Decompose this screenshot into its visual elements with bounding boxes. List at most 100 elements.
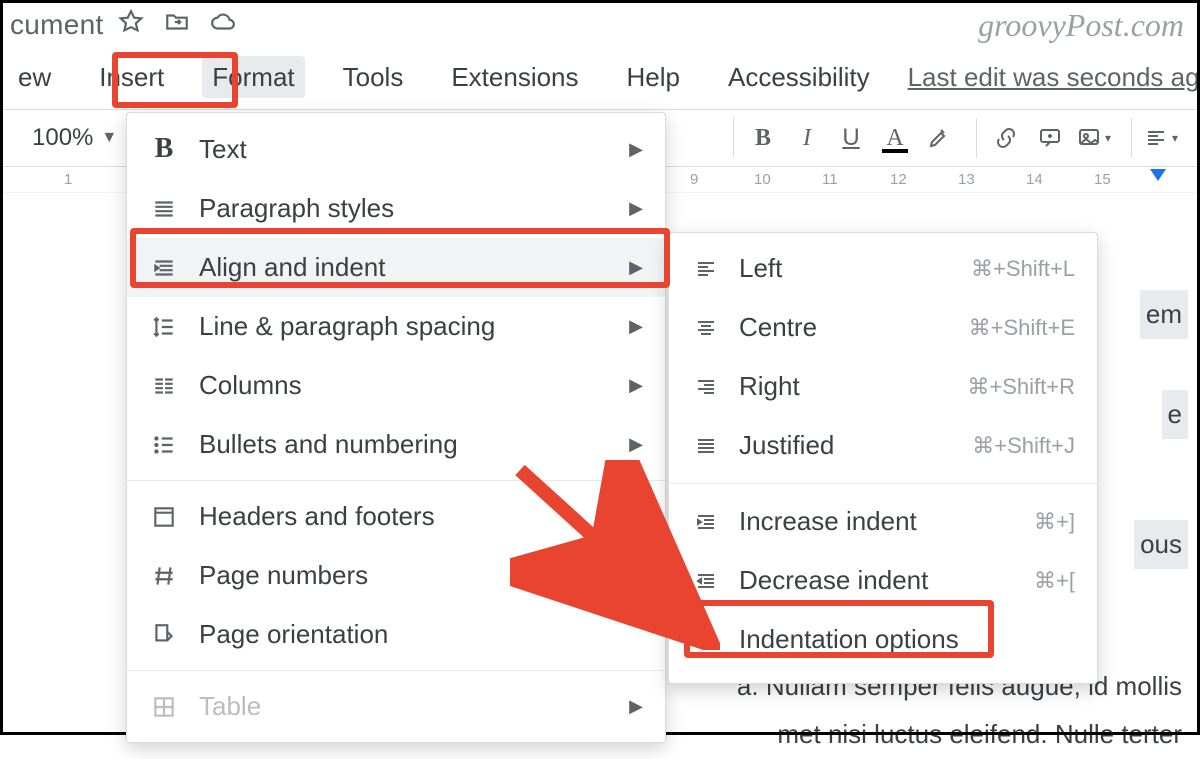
menu-item-columns[interactable]: Columns ▶ [127,356,665,415]
menu-item-label: Table [199,691,261,722]
lorem-text: ous [1134,520,1188,569]
align-indent-submenu: Left ⌘+Shift+L Centre ⌘+Shift+E Right ⌘+… [668,232,1098,684]
star-icon[interactable] [118,9,144,42]
menu-item-paragraph-styles[interactable]: Paragraph styles ▶ [127,179,665,238]
shortcut-text: ⌘+Shift+J [972,433,1075,459]
menu-tools[interactable]: Tools [333,56,414,99]
menu-item-bullets-numbering[interactable]: Bullets and numbering ▶ [127,415,665,474]
submenu-item-decrease-indent[interactable]: Decrease indent ⌘+[ [669,551,1097,610]
submenu-item-right[interactable]: Right ⌘+Shift+R [669,357,1097,416]
menu-item-text[interactable]: B Text ▶ [127,119,665,179]
menu-item-label: Page numbers [199,560,368,591]
menu-item-table: Table ▶ [127,677,665,736]
bold-button[interactable]: B [746,121,780,155]
submenu-item-justified[interactable]: Justified ⌘+Shift+J [669,416,1097,475]
submenu-arrow-icon: ▶ [629,375,643,396]
bullets-icon [149,432,179,458]
menu-help[interactable]: Help [617,56,690,99]
menu-item-page-orientation[interactable]: Page orientation [127,605,665,664]
submenu-item-increase-indent[interactable]: Increase indent ⌘+] [669,492,1097,551]
menu-extensions[interactable]: Extensions [441,56,588,99]
menu-item-label: Columns [199,370,302,401]
bold-icon: B [149,133,179,165]
submenu-item-left[interactable]: Left ⌘+Shift+L [669,239,1097,298]
ruler-number: 15 [1094,171,1111,188]
submenu-arrow-icon: ▶ [629,257,643,278]
columns-icon [149,373,179,399]
toolbar-right: B I U A [733,118,1192,158]
menu-item-page-numbers[interactable]: Page numbers [127,546,665,605]
watermark-text: groovyPost.com [978,7,1190,44]
menu-insert[interactable]: Insert [89,56,174,99]
ruler-right-marker[interactable] [1150,169,1166,181]
submenu-item-label: Centre [739,312,817,343]
submenu-item-label: Indentation options [739,624,959,655]
menu-item-label: Text [199,134,247,165]
menu-item-align-indent[interactable]: Align and indent ▶ [127,238,665,297]
submenu-arrow-icon: ▶ [629,198,643,219]
shortcut-text: ⌘+Shift+E [969,315,1075,341]
italic-button[interactable]: I [790,121,824,155]
submenu-item-label: Increase indent [739,506,917,537]
zoom-value: 100% [32,124,93,152]
ruler-number: 9 [690,171,698,188]
shortcut-text: ⌘+Shift+L [971,256,1075,282]
decrease-indent-icon [691,569,721,593]
lorem-text: em [1140,290,1188,339]
headers-footers-icon [149,504,179,530]
menu-separator [127,670,665,671]
move-folder-icon[interactable] [164,9,190,42]
submenu-arrow-icon: ▶ [629,316,643,337]
highlight-color-button[interactable] [922,121,956,155]
menu-accessibility[interactable]: Accessibility [718,56,880,99]
text-color-button[interactable]: A [878,121,912,155]
last-edit-link[interactable]: Last edit was seconds ago [908,62,1200,93]
shortcut-text: ⌘+] [1034,509,1075,535]
shortcut-text: ⌘+[ [1034,568,1075,594]
submenu-item-label: Right [739,371,800,402]
insert-link-button[interactable] [989,121,1023,155]
ruler-number: 11 [822,171,838,188]
insert-image-button[interactable] [1077,121,1111,155]
menu-bar: ew Insert Format Tools Extensions Help A… [0,50,1200,109]
ruler-number: 13 [958,171,975,188]
align-right-icon [691,375,721,399]
orientation-icon [149,622,179,648]
ruler-number: 1 [64,171,72,188]
menu-item-label: Paragraph styles [199,193,394,224]
menu-separator [669,483,1097,484]
submenu-item-label: Justified [739,430,834,461]
lorem-text: e [1162,390,1188,439]
align-justified-icon [691,434,721,458]
menu-format[interactable]: Format [202,56,304,98]
align-left-icon [691,257,721,281]
menu-view[interactable]: ew [8,56,61,99]
align-button[interactable] [1144,121,1178,155]
menu-item-label: Align and indent [199,252,385,283]
ruler-number: 14 [1026,171,1043,188]
submenu-item-label: Decrease indent [739,565,928,596]
submenu-arrow-icon: ▶ [629,696,643,717]
menu-separator [127,480,665,481]
submenu-arrow-icon: ▶ [629,434,643,455]
menu-item-headers-footers[interactable]: Headers and footers [127,487,665,546]
table-icon [149,694,179,720]
line-spacing-icon [149,314,179,340]
submenu-item-label: Left [739,253,782,284]
zoom-dropdown[interactable]: 100% ▼ [8,124,125,152]
menu-item-line-spacing[interactable]: Line & paragraph spacing ▶ [127,297,665,356]
add-comment-button[interactable] [1033,121,1067,155]
submenu-arrow-icon: ▶ [629,139,643,160]
increase-indent-icon [691,510,721,534]
submenu-item-centre[interactable]: Centre ⌘+Shift+E [669,298,1097,357]
menu-item-label: Line & paragraph spacing [199,311,495,342]
underline-button[interactable]: U [834,121,868,155]
title-bar: cument groovyPost.com [0,0,1200,50]
ruler-number: 12 [890,171,907,188]
menu-item-label: Bullets and numbering [199,429,458,460]
caret-down-icon: ▼ [101,129,117,147]
align-centre-icon [691,316,721,340]
submenu-item-indentation-options[interactable]: Indentation options [669,610,1097,669]
cloud-status-icon[interactable] [210,9,236,42]
menu-item-label: Headers and footers [199,501,435,532]
